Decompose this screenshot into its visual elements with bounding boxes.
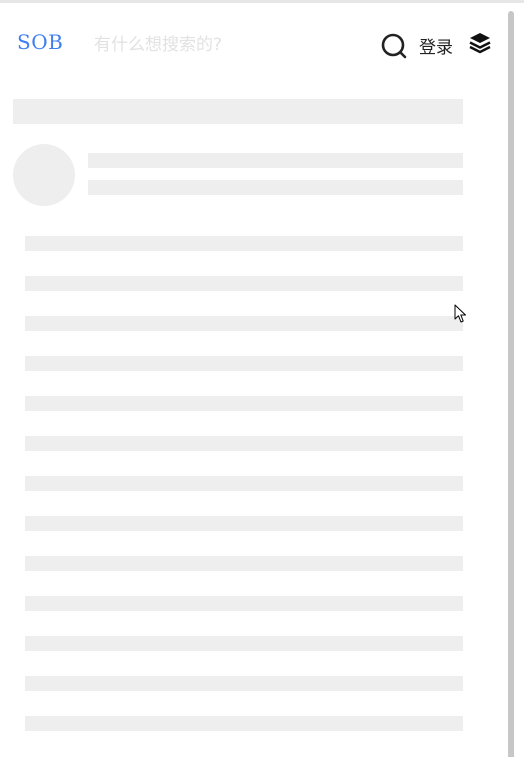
skeleton-title — [13, 99, 463, 124]
skeleton-text-line — [25, 396, 463, 411]
skeleton-avatar — [13, 144, 75, 206]
skeleton-text-line — [25, 356, 463, 371]
skeleton-text-line — [25, 596, 463, 611]
vertical-scrollbar[interactable] — [508, 11, 514, 757]
search-input[interactable] — [94, 31, 354, 59]
skeleton-text-line — [25, 556, 463, 571]
top-bar: SOB 登录 — [0, 3, 504, 83]
skeleton-meta-line — [88, 153, 463, 168]
skeleton-text-line — [25, 676, 463, 691]
layers-icon[interactable] — [469, 32, 491, 54]
skeleton-text-line — [25, 436, 463, 451]
mouse-cursor-icon — [454, 304, 468, 324]
login-link[interactable]: 登录 — [419, 33, 453, 58]
page: SOB 登录 — [0, 0, 524, 757]
skeleton-text-line — [25, 716, 463, 731]
skeleton-text-line — [25, 476, 463, 491]
skeleton-text-line — [25, 636, 463, 651]
skeleton-text-line — [25, 516, 463, 531]
skeleton-text-line — [25, 236, 463, 251]
skeleton-meta-line — [88, 180, 463, 195]
skeleton-text-line — [25, 276, 463, 291]
skeleton-text-line — [25, 316, 463, 331]
search-icon[interactable] — [380, 32, 408, 60]
site-logo[interactable]: SOB — [17, 30, 63, 54]
